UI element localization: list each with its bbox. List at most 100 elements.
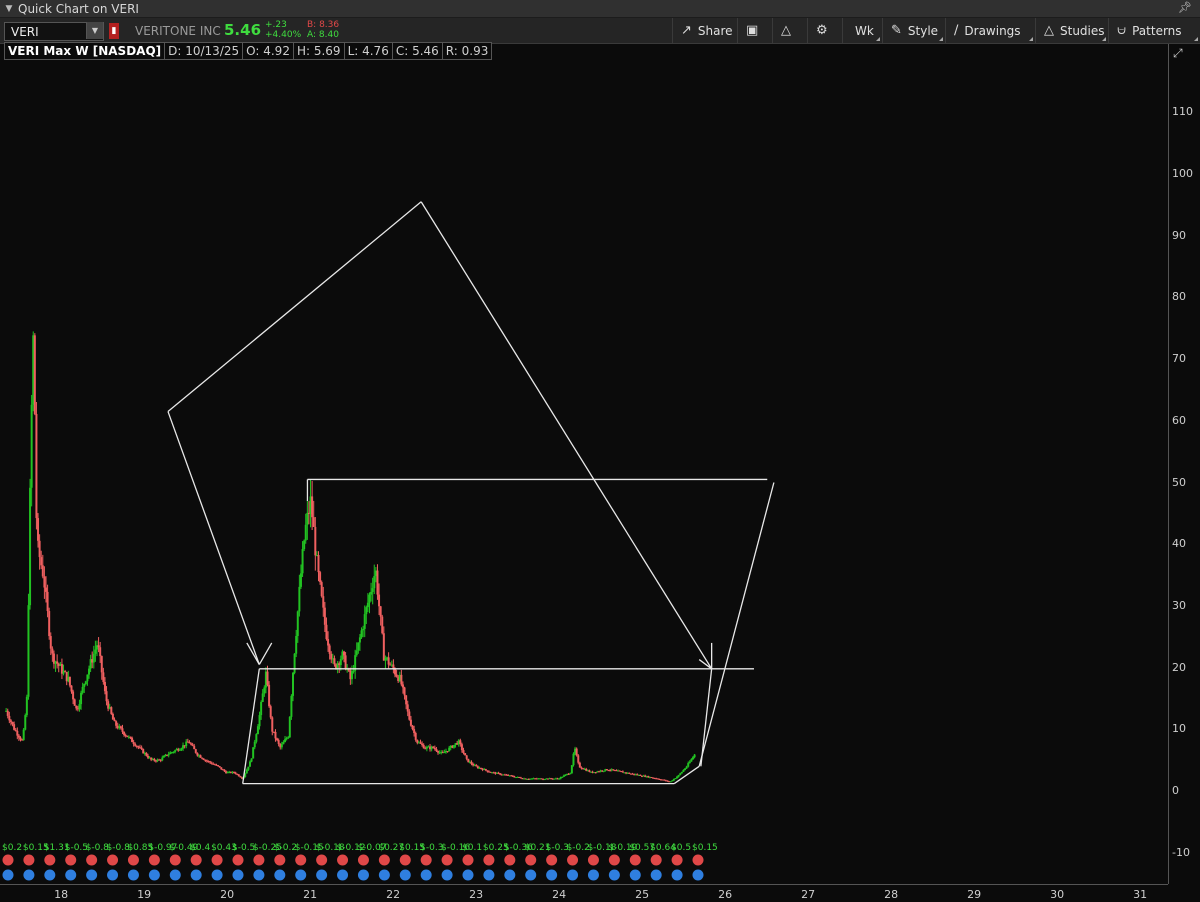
earnings-label: $-0.2 [567,843,590,853]
candle-body [86,674,89,682]
candle-body [370,591,373,595]
candle-body [13,724,16,730]
price-chart[interactable]: $0.2 $0.15$1.31$-0.5$-0.8$-0.8$0.85$-0.97… [0,0,1200,902]
candle-body [371,588,374,592]
dividend-marker-icon [462,869,474,881]
candle-body [406,704,409,712]
candle-body [237,774,240,777]
earnings-marker-icon [316,854,328,866]
candle-body [376,570,379,595]
candle-body [639,774,642,776]
candle-body [252,747,255,759]
earnings-marker-icon [274,854,286,866]
candle-body [562,775,565,777]
candle-body [123,731,126,735]
dividend-marker-icon [295,869,307,881]
earnings-label: $-0.5 [232,843,255,853]
candle-body [363,614,366,629]
expand-chart-icon[interactable]: ⤢ [1173,46,1191,66]
candle-body [690,759,693,762]
y-tick-label: 50 [1172,475,1186,489]
chart-area[interactable]: $0.2 $0.15 $1.31 $-0.5 $-0.8 $-0.8 $0.85 $-0.97… [0,0,1200,902]
dividend-marker-icon [190,869,202,881]
earnings-label: $-0.2 [274,843,297,853]
candle-body [452,744,455,748]
earnings-marker-icon [86,854,98,866]
y-tick-label: -10 [1172,845,1190,859]
candle-body [115,721,118,726]
candle-body [256,726,259,735]
candle-body [134,743,137,746]
candle-body [250,758,253,762]
candle-body [432,746,435,748]
candle-body [260,701,263,716]
candle-body [306,512,309,525]
candle-body [17,735,20,738]
candle-body [162,756,165,758]
candle-body [290,695,293,717]
arrow-segment-line [167,201,422,413]
y-tick-label: 0 [1172,784,1179,797]
x-tick-label: 30 [1050,888,1065,901]
info-date: D: 10/13/25 [164,42,244,60]
candle-body [248,761,251,767]
dividend-marker-icon [232,869,244,881]
candle-body [146,755,149,758]
candle-body [443,752,446,754]
earnings-marker-icon [587,854,599,866]
candle-body [261,693,264,702]
candle-body [476,766,479,769]
info-low: L: 4.76 [343,42,393,60]
dividend-marker-icon [169,869,181,881]
x-tick-label: 25 [635,888,650,901]
candle-body [234,772,237,774]
candle-body [258,715,261,727]
candle-body [403,687,406,696]
candle-body [366,602,369,608]
x-tick-label: 18 [54,888,69,901]
candle-body [276,738,279,741]
y-tick-label: 20 [1172,660,1186,674]
candle-body [433,747,436,749]
candle-body [459,740,462,745]
dividend-marker-icon [127,869,139,881]
candle-body [480,767,483,769]
candle-body [682,769,685,772]
candle-body [409,719,412,726]
arrow-segment-line [420,201,713,670]
earnings-label: $0.5 [671,843,691,853]
candle-body [188,742,191,744]
candle-body [131,737,134,743]
candle-body [56,661,59,664]
cup-right-line [700,668,713,767]
earnings-label: $0.4 [190,843,210,853]
candle-body [357,642,360,651]
candle-body [602,770,605,772]
candle-body [499,773,502,775]
candle-body [129,736,132,738]
arrow-segment-line [167,411,260,665]
candle-body [27,605,30,697]
candle-body [271,717,274,732]
candle-body [484,769,487,771]
candle-body [78,704,81,710]
dividend-marker-icon [65,869,77,881]
candle-body [217,765,220,767]
dividend-marker-icon [378,869,390,881]
candle-body [680,771,683,774]
candle-body [674,778,677,780]
earnings-label: $-0.5 [65,843,88,853]
earnings-label: $0.15 [692,843,718,853]
earnings-marker-icon [253,854,265,866]
candle-body [322,596,325,608]
candle-body [247,766,250,770]
candle-body [44,587,47,592]
candle-body [11,721,14,725]
candle-body [6,710,9,716]
candle-body [140,747,143,749]
earnings-marker-icon [148,854,160,866]
earnings-marker-icon [357,854,369,866]
candle-body [190,743,193,745]
earnings-marker-icon [44,854,56,866]
earnings-label: $0.1 [462,843,482,853]
